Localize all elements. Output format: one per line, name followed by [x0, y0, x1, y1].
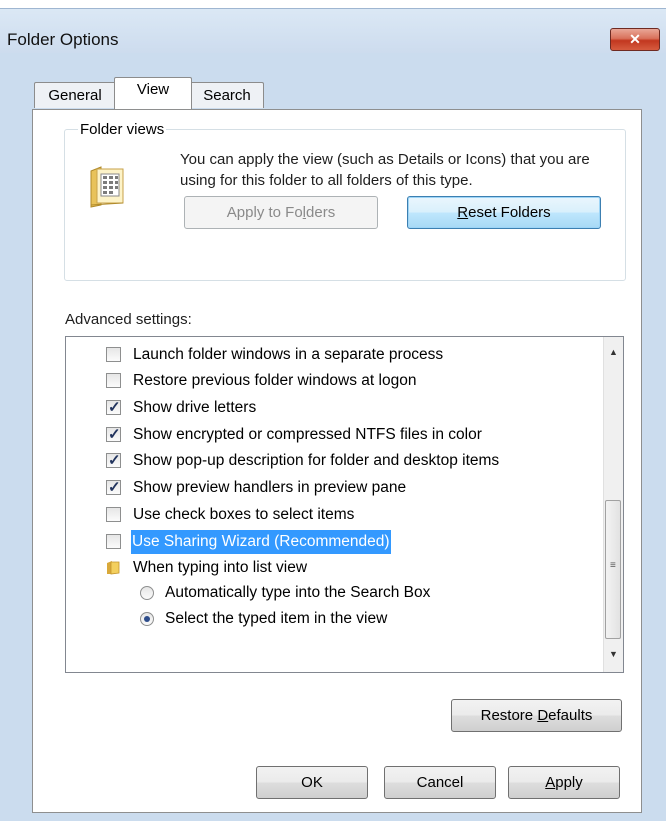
scroll-grip-icon: ≡ [610, 560, 616, 571]
list-item-label: Use Sharing Wizard (Recommended) [130, 529, 392, 555]
list-item-label: Automatically type into the Search Box [165, 584, 431, 601]
folder-views-group: Folder views You can apply the view (suc… [64, 121, 626, 281]
check-icon: ✓ [108, 399, 121, 416]
close-icon: ✕ [629, 31, 641, 47]
radio-selected-dot [144, 616, 150, 622]
folder-icon [107, 561, 120, 575]
apply-label-post: pply [555, 774, 583, 791]
reset-folders-button[interactable]: Reset Folders [407, 196, 601, 229]
apply-button[interactable]: Apply [508, 766, 620, 799]
cancel-button[interactable]: Cancel [384, 766, 496, 799]
checkbox-restore-previous-windows[interactable] [106, 373, 121, 388]
apply-to-folders-label-post: ders [306, 204, 336, 221]
scroll-up-arrow-icon[interactable]: ▲ [604, 343, 623, 361]
list-item-label: When typing into list view [133, 559, 308, 576]
checkbox-show-preview-handlers[interactable]: ✓ [106, 479, 121, 496]
tab-search-label: Search [203, 87, 251, 104]
dialog-window: Folder Options ✕ General View Search Fol… [0, 8, 666, 821]
checkbox-launch-separate-process[interactable] [106, 347, 121, 362]
check-icon: ✓ [108, 452, 121, 469]
folder-views-legend: Folder views [78, 121, 167, 138]
restore-defaults-label-post: efaults [548, 707, 593, 724]
ok-button-label: OK [301, 774, 323, 791]
check-icon: ✓ [108, 426, 121, 443]
folder-views-description: You can apply the view (such as Details … [180, 151, 590, 189]
radio-type-into-search[interactable] [140, 586, 154, 600]
tab-search[interactable]: Search [190, 82, 264, 108]
restore-defaults-accel: D [537, 707, 549, 724]
dialog-client: General View Search Folder views You can… [0, 53, 666, 821]
vertical-scrollbar[interactable]: ▲ ≡ ▼ [603, 337, 623, 672]
radio-select-typed-item[interactable] [140, 612, 154, 626]
list-item-label: Show encrypted or compressed NTFS files … [133, 426, 482, 443]
cancel-button-label: Cancel [416, 774, 464, 791]
checkbox-use-sharing-wizard[interactable] [106, 534, 121, 549]
tab-general-label: General [48, 87, 102, 104]
list-item-label: Restore previous folder windows at logon [133, 372, 417, 389]
advanced-settings-list[interactable]: Launch folder windows in a separate proc… [65, 336, 624, 673]
advanced-settings-label: Advanced settings: [65, 311, 192, 328]
close-button[interactable]: ✕ [610, 28, 660, 51]
restore-defaults-label-pre: Restore [480, 707, 538, 724]
apply-accel: A [545, 774, 556, 791]
list-item-label: Show drive letters [133, 399, 257, 416]
reset-folders-label-post: eset Folders [468, 204, 551, 221]
reset-folders-accel: R [457, 204, 469, 221]
ok-button[interactable]: OK [256, 766, 368, 799]
scrollbar-thumb[interactable]: ≡ [605, 500, 621, 639]
list-item-label: Show preview handlers in preview pane [133, 479, 407, 496]
window-title: Folder Options [7, 30, 119, 49]
list-item-label: Use check boxes to select items [133, 506, 355, 523]
scroll-down-arrow-icon[interactable]: ▼ [604, 645, 623, 663]
checkbox-use-check-boxes[interactable] [106, 507, 121, 522]
tab-view[interactable]: View [114, 77, 192, 109]
tab-view-label: View [136, 81, 170, 98]
checkbox-show-drive-letters[interactable]: ✓ [106, 399, 121, 416]
checkbox-show-popup-description[interactable]: ✓ [106, 452, 121, 469]
check-icon: ✓ [108, 479, 121, 496]
apply-to-folders-button[interactable]: Apply to Folders [184, 196, 378, 229]
tab-general[interactable]: General [34, 82, 116, 108]
list-item-label: Show pop-up description for folder and d… [133, 452, 500, 469]
restore-defaults-button[interactable]: Restore Defaults [451, 699, 622, 732]
folder-view-icon [90, 166, 124, 208]
list-item-label: Launch folder windows in a separate proc… [133, 346, 444, 363]
list-item-label: Select the typed item in the view [165, 610, 388, 627]
checkbox-show-encrypted-color[interactable]: ✓ [106, 426, 121, 443]
view-tab-page: Folder views You can apply the view (suc… [32, 109, 642, 813]
title-bar: Folder Options ✕ [0, 9, 666, 53]
apply-to-folders-label-pre: Apply to Fo [226, 204, 303, 221]
